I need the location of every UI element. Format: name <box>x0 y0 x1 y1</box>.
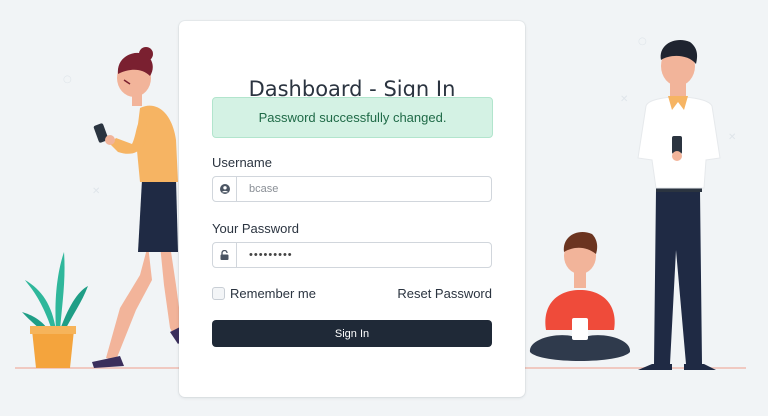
sign-in-card: Dashboard - Sign In Password successfull… <box>179 21 525 397</box>
woman-with-plant-illustration: ○ ✕ <box>15 47 186 369</box>
user-circle-icon <box>213 177 237 201</box>
sign-in-button[interactable]: Sign In <box>212 320 492 347</box>
username-label: Username <box>212 155 272 170</box>
password-label: Your Password <box>212 221 299 236</box>
remember-me-label[interactable]: Remember me <box>230 286 316 301</box>
username-input-group <box>212 176 492 202</box>
svg-text:✕: ✕ <box>620 94 628 105</box>
lock-icon <box>213 243 237 267</box>
reset-password-link[interactable]: Reset Password <box>397 286 492 301</box>
username-input[interactable] <box>237 177 491 201</box>
svg-text:○: ○ <box>63 74 72 85</box>
men-with-phones-illustration: ○ ✕ ✕ <box>520 36 746 370</box>
svg-text:✕: ✕ <box>92 186 100 197</box>
svg-text:○: ○ <box>638 36 647 47</box>
password-input-group <box>212 242 492 268</box>
success-alert: Password successfully changed. <box>212 97 493 138</box>
remember-me-checkbox[interactable] <box>212 287 225 300</box>
svg-text:✕: ✕ <box>728 132 736 143</box>
password-input[interactable] <box>237 243 491 267</box>
